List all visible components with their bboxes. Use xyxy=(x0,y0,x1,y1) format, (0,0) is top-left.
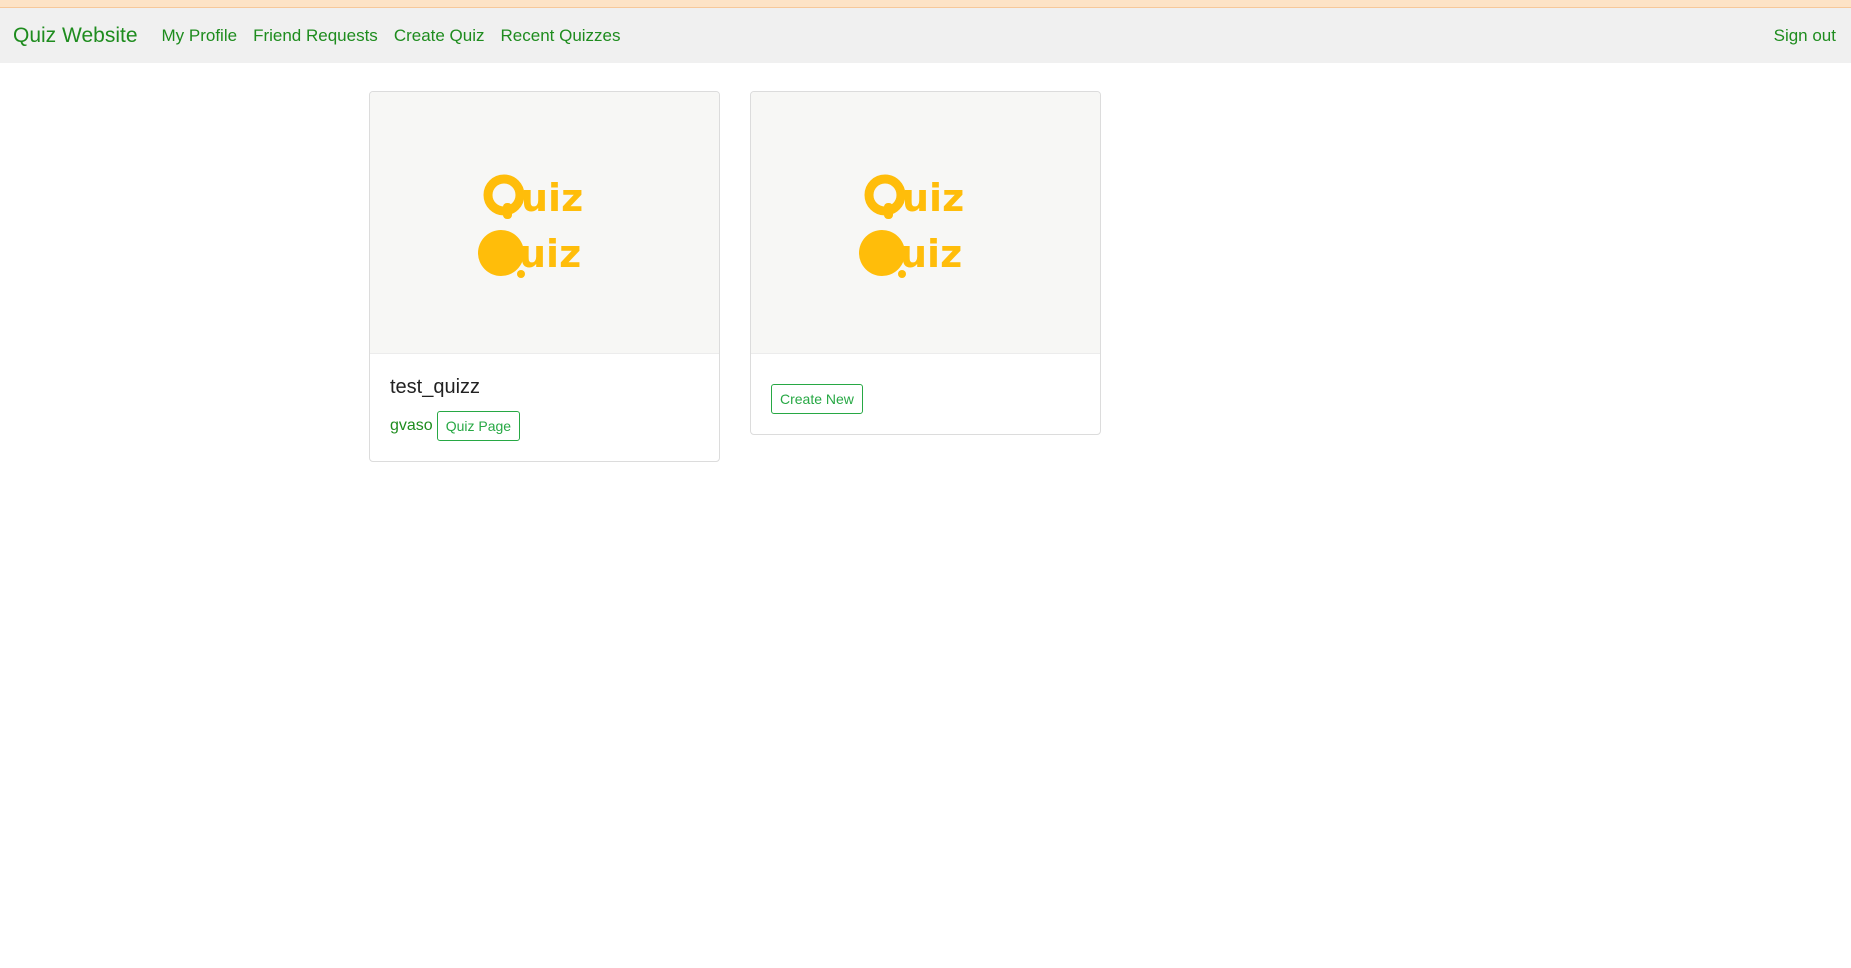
quiz-card: uiz uiz test_quizz gvaso Quiz Page xyxy=(369,91,720,462)
navbar: Quiz Website My Profile Friend Requests … xyxy=(0,8,1851,63)
brand-link[interactable]: Quiz Website xyxy=(13,24,138,48)
quiz-logo-image: uiz uiz xyxy=(370,92,719,354)
create-quiz-card-body: Create New xyxy=(751,354,1100,434)
quiz-card-footer: gvaso Quiz Page xyxy=(390,411,699,441)
logo-text-bottom: uiz xyxy=(900,232,962,276)
quiz-logo-icon: uiz uiz xyxy=(477,174,583,278)
top-accent-bar xyxy=(0,0,1851,8)
quiz-card-body: test_quizz gvaso Quiz Page xyxy=(370,354,719,461)
create-quiz-card: uiz uiz Create New xyxy=(750,91,1101,435)
logo-text-top: uiz xyxy=(521,176,583,220)
logo-text-top: uiz xyxy=(902,176,964,220)
logo-text-bottom: uiz xyxy=(519,232,581,276)
quiz-logo-icon: uiz uiz xyxy=(858,174,964,278)
nav-link-create-quiz[interactable]: Create Quiz xyxy=(394,26,485,46)
nav-link-recent-quizzes[interactable]: Recent Quizzes xyxy=(501,26,621,46)
quiz-page-button[interactable]: Quiz Page xyxy=(436,411,521,441)
quiz-author-link[interactable]: gvaso xyxy=(390,417,433,435)
sign-out-link[interactable]: Sign out xyxy=(1774,26,1836,46)
create-new-button[interactable]: Create New xyxy=(771,384,863,414)
create-quiz-logo-image: uiz uiz xyxy=(751,92,1100,354)
nav-link-friend-requests[interactable]: Friend Requests xyxy=(253,26,378,46)
quiz-title: test_quizz xyxy=(390,376,481,398)
quiz-card-grid: uiz uiz test_quizz gvaso Quiz Page uiz u… xyxy=(0,63,1851,462)
nav-link-my-profile[interactable]: My Profile xyxy=(162,26,238,46)
